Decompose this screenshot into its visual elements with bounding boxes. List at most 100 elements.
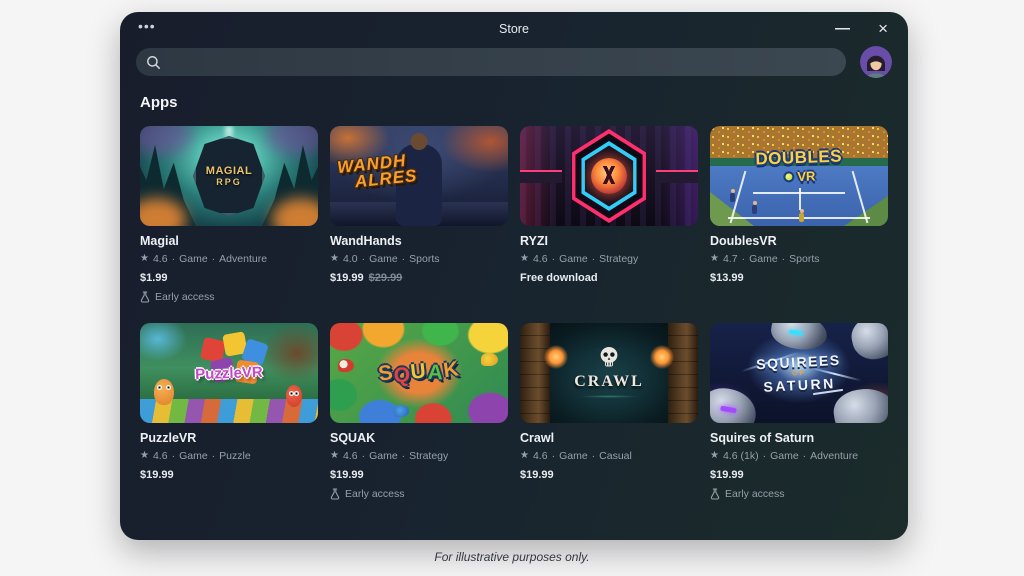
app-meta: ★ 4.6 (1k) · Game · Adventure (710, 450, 888, 462)
meta-separator: · (362, 450, 366, 462)
app-category: Game (179, 253, 208, 265)
app-genre: Sports (409, 253, 439, 265)
app-card-squak[interactable]: S Q U A K SQUAK ★ 4.6 · Game · Strategy … (330, 323, 508, 500)
disclaimer-caption: For illustrative purposes only. (0, 550, 1024, 564)
art-wing (656, 172, 698, 183)
art-creature (286, 385, 302, 407)
app-meta: ★ 4.6 · Game · Puzzle (140, 450, 318, 462)
app-category: Game (369, 450, 398, 462)
app-card-squires-of-saturn[interactable]: SQUIREES OF SATURN Squires of Saturn ★ 4… (710, 323, 888, 500)
early-access-badge: Early access (330, 488, 508, 500)
app-card-wandhands[interactable]: WANDH ALRES WandHands ★ 4.0 · Game · Spo… (330, 126, 508, 284)
art-title: WANDH ALRES (337, 152, 419, 192)
avatar-illustration (860, 46, 892, 78)
app-category: Game (559, 253, 588, 265)
art-robot (769, 323, 829, 353)
search-input[interactable] (167, 55, 807, 69)
art-core-emblem (591, 158, 627, 194)
art-court-line (799, 188, 801, 210)
app-card-puzzlevr[interactable]: PuzzleVR PuzzleVR ★ 4.6 · Game · Puzzle … (140, 323, 318, 481)
art-wisp (140, 126, 192, 156)
app-title: DoublesVR (710, 234, 888, 248)
window-title: Store (120, 22, 908, 36)
early-access-badge: Early access (140, 291, 318, 303)
star-icon: ★ (140, 254, 149, 264)
meta-separator: · (782, 253, 786, 265)
app-genre: Puzzle (219, 450, 251, 462)
app-rating: 4.0 (343, 253, 358, 265)
art-bird (394, 405, 409, 417)
app-card-doublesvr[interactable]: DOUBLES VR DoublesVR ★ 4.7 · Game · Spor… (710, 126, 888, 284)
star-icon: ★ (520, 451, 529, 461)
app-rating: 4.6 (1k) (723, 450, 759, 462)
art-title: S Q U A K (378, 358, 460, 386)
app-genre: Adventure (219, 253, 267, 265)
app-card-magial[interactable]: MAGIAL RPG Magial ★ 4.6 · Game · Adventu… (140, 126, 318, 303)
app-meta: ★ 4.6 · Game · Strategy (520, 253, 698, 265)
app-genre: Adventure (810, 450, 858, 462)
app-art: DOUBLES VR (710, 126, 888, 226)
flask-icon (330, 488, 340, 500)
app-price: $13.99 (710, 272, 888, 284)
app-rating: 4.6 (533, 253, 548, 265)
app-genre: Strategy (409, 450, 448, 462)
app-title: SQUAK (330, 431, 508, 445)
original-price: $29.99 (369, 272, 403, 284)
close-button[interactable]: × (878, 19, 888, 39)
app-price: $19.99 (520, 469, 698, 481)
app-genre: Casual (599, 450, 632, 462)
app-art: MAGIAL RPG (140, 126, 318, 226)
search-bar[interactable] (136, 48, 846, 76)
user-avatar[interactable] (860, 46, 892, 78)
meta-separator: · (212, 253, 216, 265)
app-card-ryzi[interactable]: RYZI ★ 4.6 · Game · Strategy Free downlo… (520, 126, 698, 284)
app-meta: ★ 4.0 · Game · Sports (330, 253, 508, 265)
art-title: MAGIAL (206, 165, 252, 177)
app-category: Game (749, 253, 778, 265)
art-letter: Q (394, 364, 412, 388)
app-rating: 4.6 (343, 450, 358, 462)
app-meta: ★ 4.6 · Game · Casual (520, 450, 698, 462)
meta-separator: · (803, 450, 807, 462)
app-title: Crawl (520, 431, 698, 445)
meta-separator: · (592, 450, 596, 462)
meta-separator: · (552, 450, 556, 462)
app-card-crawl[interactable]: CRAWL Crawl ★ 4.6 · Game · Casual $19.99 (520, 323, 698, 481)
art-bird (481, 353, 498, 366)
app-genre: Sports (789, 253, 819, 265)
star-icon: ★ (330, 451, 339, 461)
app-category: Game (770, 450, 799, 462)
app-art: WANDH ALRES (330, 126, 508, 226)
app-title: Magial (140, 234, 318, 248)
app-category: Game (559, 450, 588, 462)
meta-separator: · (172, 253, 176, 265)
app-rating: 4.6 (153, 450, 168, 462)
app-category: Game (369, 253, 398, 265)
app-title: PuzzleVR (140, 431, 318, 445)
early-access-label: Early access (725, 488, 785, 500)
app-art: CRAWL (520, 323, 698, 423)
star-icon: ★ (710, 254, 719, 264)
star-icon: ★ (140, 451, 149, 461)
flask-icon (140, 291, 150, 303)
minimize-button[interactable]: — (835, 20, 850, 37)
store-window: ••• Store — × Apps (120, 12, 908, 540)
meta-separator: · (212, 450, 216, 462)
app-price: $19.99 (140, 469, 318, 481)
app-price: $19.99$29.99 (330, 272, 508, 284)
star-icon: ★ (710, 451, 719, 461)
app-art: SQUIREES OF SATURN (710, 323, 888, 423)
app-rating: 4.7 (723, 253, 738, 265)
meta-separator: · (172, 450, 176, 462)
meta-separator: · (552, 253, 556, 265)
art-player (752, 205, 757, 214)
app-category: Game (179, 450, 208, 462)
art-letter: A (427, 361, 444, 386)
app-genre: Strategy (599, 253, 638, 265)
app-title: RYZI (520, 234, 698, 248)
art-subtitle: RPG (216, 177, 242, 187)
app-title: WandHands (330, 234, 508, 248)
app-title: Squires of Saturn (710, 431, 888, 445)
app-meta: ★ 4.6 · Game · Adventure (140, 253, 318, 265)
meta-separator: · (402, 450, 406, 462)
